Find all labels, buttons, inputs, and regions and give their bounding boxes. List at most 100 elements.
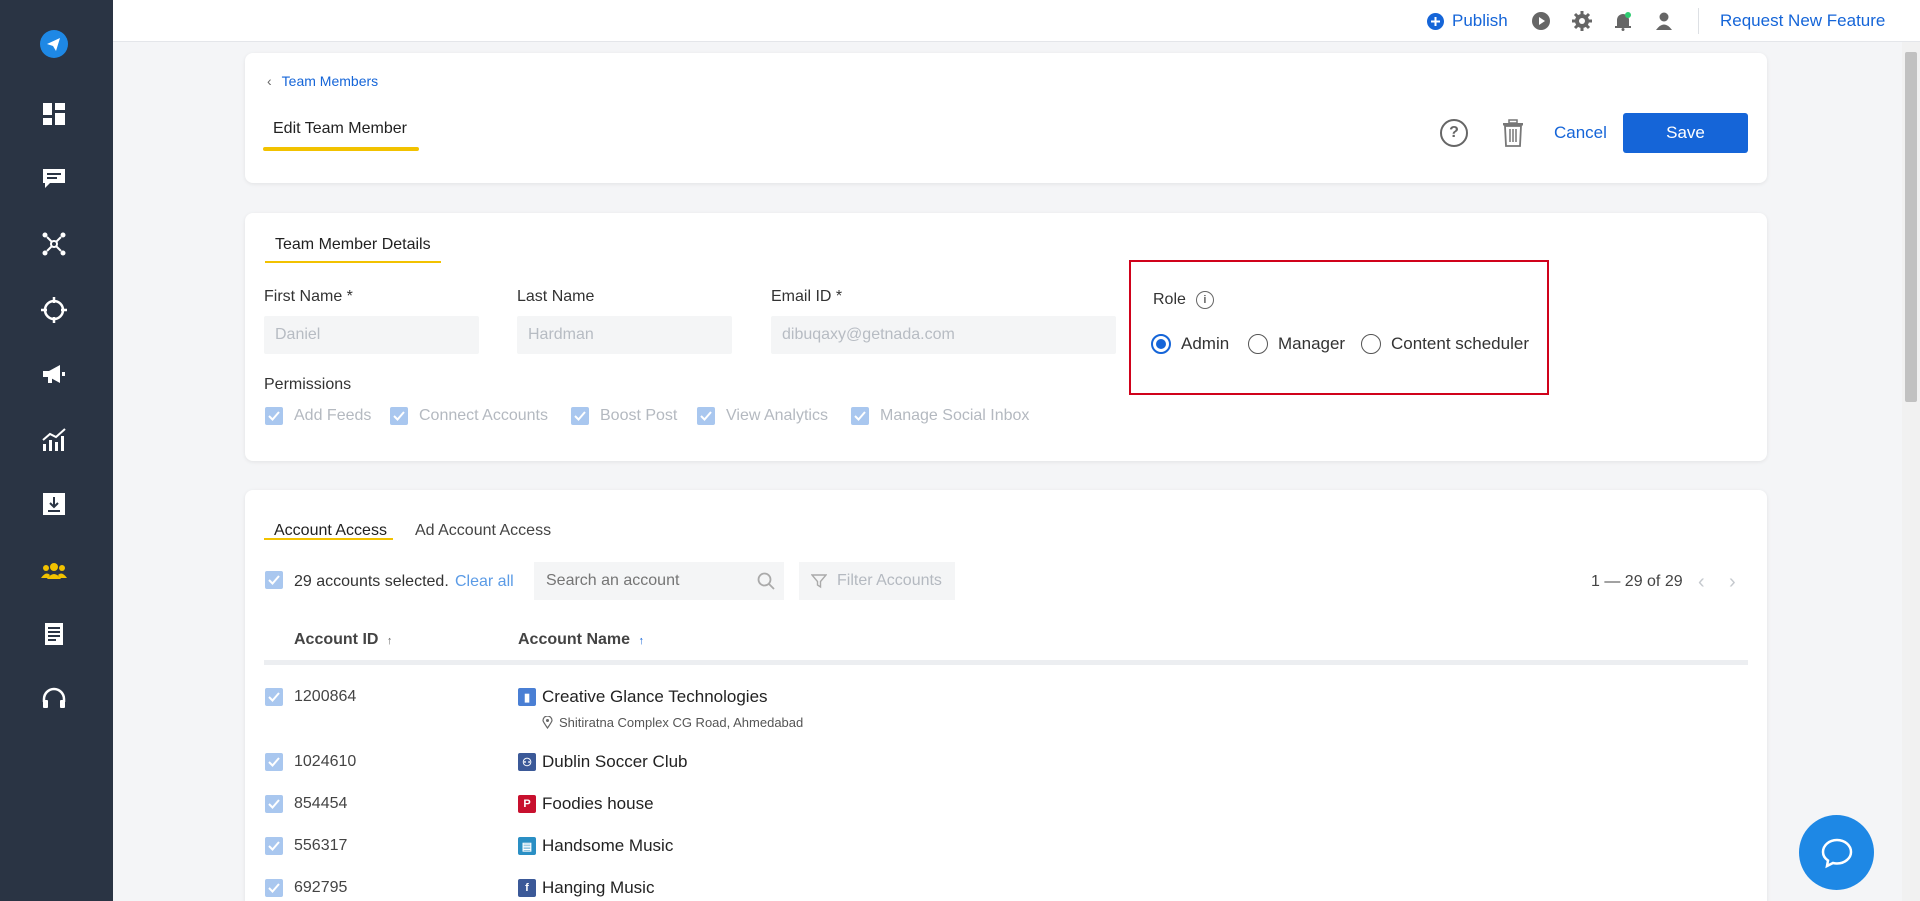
email-label: Email ID *	[771, 288, 843, 305]
radio-unselected-icon[interactable]	[1248, 334, 1268, 354]
request-feature-link[interactable]: Request New Feature	[1720, 11, 1885, 31]
bell-icon[interactable]	[1613, 11, 1633, 31]
account-name[interactable]: f Hanging Music	[518, 878, 654, 898]
sort-arrow-icon: ↑	[638, 635, 644, 647]
table-header-divider	[264, 660, 1748, 665]
team-icon[interactable]	[38, 555, 70, 587]
feedback-icon[interactable]	[38, 162, 70, 194]
page-title[interactable]: Edit Team Member	[273, 120, 407, 138]
row-checkbox[interactable]	[265, 837, 283, 855]
account-address: Shitiratna Complex CG Road, Ahmedabad	[542, 715, 803, 730]
permission-label: View Analytics	[726, 407, 828, 424]
column-header-label: Account Name	[518, 631, 631, 648]
last-name-field[interactable]	[517, 316, 732, 354]
tab-underline	[265, 261, 441, 263]
checkbox-checked-icon[interactable]	[851, 407, 869, 425]
breadcrumb-link[interactable]: Team Members	[282, 73, 378, 89]
first-name-field[interactable]	[264, 316, 479, 354]
role-label: Role i	[1153, 291, 1214, 309]
send-logo-icon[interactable]	[38, 28, 70, 60]
support-headset-icon[interactable]	[38, 683, 70, 715]
account-name[interactable]: ⚇ Dublin Soccer Club	[518, 752, 688, 772]
chat-support-button[interactable]	[1799, 815, 1874, 890]
listening-icon[interactable]	[38, 294, 70, 326]
role-radio-content-scheduler[interactable]: Content scheduler	[1361, 334, 1529, 354]
account-id: 1024610	[294, 753, 357, 770]
filter-accounts-button[interactable]: Filter Accounts	[799, 562, 955, 600]
permission-add-feeds[interactable]: Add Feeds	[265, 407, 371, 425]
tab-team-member-details[interactable]: Team Member Details	[275, 236, 431, 254]
save-button[interactable]: Save	[1623, 113, 1748, 153]
email-field[interactable]	[771, 316, 1116, 354]
prev-page-icon[interactable]: ‹	[1698, 571, 1705, 594]
role-radio-manager[interactable]: Manager	[1248, 334, 1345, 354]
checkbox-checked-icon[interactable]	[697, 407, 715, 425]
topbar-divider	[1698, 8, 1699, 34]
role-option-label: Admin	[1181, 334, 1230, 353]
integrations-icon[interactable]	[38, 228, 70, 260]
permission-view-analytics[interactable]: View Analytics	[697, 407, 828, 425]
gear-icon[interactable]	[1572, 11, 1592, 31]
breadcrumb[interactable]: ‹ Team Members	[267, 73, 378, 89]
address-label: Shitiratna Complex CG Road, Ahmedabad	[559, 715, 804, 730]
role-radio-admin[interactable]: Admin	[1151, 334, 1229, 354]
filter-icon	[811, 574, 827, 589]
account-id: 692795	[294, 879, 348, 896]
next-page-icon[interactable]: ›	[1729, 571, 1736, 594]
play-icon[interactable]	[1531, 11, 1551, 31]
info-icon[interactable]: i	[1195, 291, 1214, 309]
permission-label: Manage Social Inbox	[880, 407, 1030, 424]
permission-label: Connect Accounts	[419, 407, 548, 424]
account-name[interactable]: ▮ Creative Glance Technologies	[518, 687, 768, 707]
account-name-label: Creative Glance Technologies	[542, 687, 768, 706]
radio-selected-icon[interactable]	[1151, 334, 1171, 354]
campaigns-icon[interactable]	[38, 358, 70, 390]
row-checkbox[interactable]	[265, 795, 283, 813]
column-header-account-name[interactable]: Account Name ↑	[518, 631, 644, 649]
account-name[interactable]: P Foodies house	[518, 794, 654, 814]
publish-label: Publish	[1452, 11, 1508, 30]
account-name-label: Dublin Soccer Club	[542, 752, 688, 771]
clear-all-link[interactable]: Clear all	[455, 573, 514, 591]
trash-icon[interactable]	[1502, 119, 1524, 147]
select-all-checkbox[interactable]	[265, 571, 283, 589]
permission-label: Boost Post	[600, 407, 678, 424]
plus-circle-icon	[1427, 12, 1444, 30]
sidebar	[0, 0, 113, 901]
dashboard-icon[interactable]	[38, 98, 70, 130]
checkbox-checked-icon[interactable]	[265, 407, 283, 425]
tab-ad-account-access[interactable]: Ad Account Access	[415, 522, 551, 540]
user-icon[interactable]	[1654, 11, 1674, 31]
filter-label: Filter Accounts	[837, 572, 942, 589]
search-icon[interactable]	[757, 572, 775, 590]
scrollbar[interactable]	[1902, 42, 1920, 901]
row-checkbox[interactable]	[265, 879, 283, 897]
details-card: Team Member Details First Name * Last Na…	[245, 213, 1767, 461]
help-icon[interactable]: ?	[1440, 119, 1468, 147]
radio-unselected-icon[interactable]	[1361, 334, 1381, 354]
account-name-label: Hanging Music	[542, 878, 655, 897]
cancel-button[interactable]: Cancel	[1554, 123, 1607, 143]
role-option-label: Manager	[1278, 334, 1346, 353]
checkbox-checked-icon[interactable]	[571, 407, 589, 425]
publish-button[interactable]: Publish	[1427, 11, 1508, 31]
column-header-account-id[interactable]: Account ID ↑	[294, 631, 392, 649]
checkbox-checked-icon[interactable]	[390, 407, 408, 425]
facebook-group-icon: ⚇	[518, 753, 536, 771]
account-name[interactable]: ▤ Handsome Music	[518, 836, 673, 856]
permission-manage-social-inbox[interactable]: Manage Social Inbox	[851, 407, 1029, 425]
downloads-icon[interactable]	[38, 488, 70, 520]
active-tab-underline	[263, 147, 419, 151]
row-checkbox[interactable]	[265, 688, 283, 706]
role-option-label: Content scheduler	[1391, 334, 1529, 353]
scrollbar-thumb[interactable]	[1905, 52, 1917, 402]
chat-bubble-icon	[1821, 838, 1852, 868]
row-checkbox[interactable]	[265, 753, 283, 771]
permission-boost-post[interactable]: Boost Post	[571, 407, 677, 425]
analytics-icon[interactable]	[38, 424, 70, 456]
reports-icon[interactable]	[38, 618, 70, 650]
search-input[interactable]	[534, 562, 784, 600]
permission-connect-accounts[interactable]: Connect Accounts	[390, 407, 548, 425]
first-name-label: First Name *	[264, 288, 353, 305]
google-business-icon: ▮	[518, 688, 536, 706]
